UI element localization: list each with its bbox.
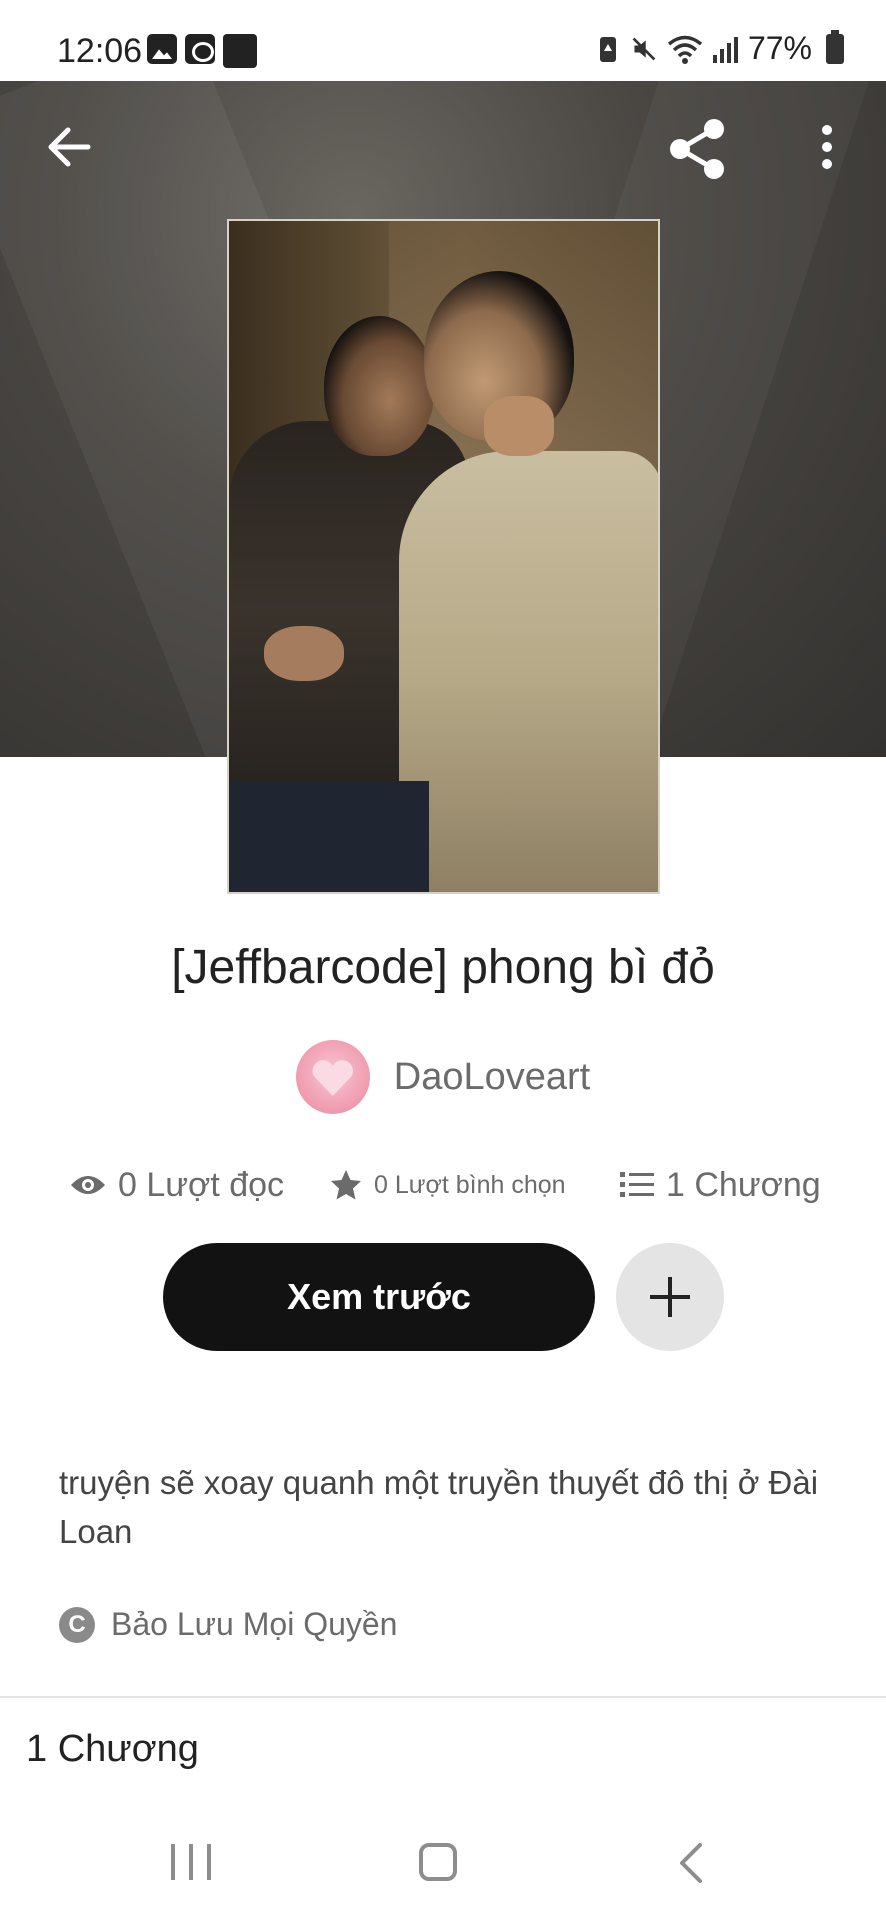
battery-percent: 77% bbox=[747, 30, 812, 66]
chapters-heading[interactable]: 1 Chương bbox=[26, 1728, 199, 1771]
home-icon[interactable] bbox=[419, 1843, 457, 1881]
author-name[interactable]: DaoLoveart bbox=[394, 1056, 590, 1099]
share-icon[interactable] bbox=[664, 116, 730, 182]
status-bar: 12:06 77% bbox=[0, 0, 886, 81]
plus-icon bbox=[650, 1277, 690, 1317]
story-cover-image bbox=[227, 219, 660, 894]
battery-saver-icon bbox=[599, 36, 616, 62]
system-nav-bar bbox=[0, 1800, 886, 1920]
author-row[interactable]: DaoLoveart bbox=[0, 1040, 886, 1114]
story-title: [Jeffbarcode] phong bì đỏ bbox=[171, 941, 715, 994]
battery-icon bbox=[826, 29, 844, 64]
copyright-icon: C bbox=[59, 1606, 95, 1643]
signal-icon bbox=[712, 35, 738, 63]
more-vert-icon[interactable] bbox=[810, 122, 844, 172]
stat-reads-label: 0 Lượt đọc bbox=[118, 1165, 285, 1204]
calendar-icon bbox=[185, 34, 215, 64]
star-icon bbox=[331, 1170, 361, 1200]
stat-chapters: 1 Chương bbox=[620, 1160, 821, 1210]
back-nav-icon[interactable] bbox=[672, 1842, 712, 1884]
image-icon bbox=[147, 34, 177, 64]
wifi-icon bbox=[667, 35, 703, 64]
mute-icon bbox=[632, 37, 656, 60]
stat-reads: 0 Lượt đọc bbox=[70, 1160, 284, 1210]
copyright-row: C Bảo Lưu Mọi Quyền bbox=[59, 1606, 397, 1643]
eye-icon bbox=[71, 1176, 105, 1194]
status-system-icons: 77% bbox=[595, 29, 844, 67]
story-stats: 0 Lượt đọc 0 Lượt bình chọn 1 Chương bbox=[0, 1160, 886, 1210]
stat-chapters-label: 1 Chương bbox=[666, 1165, 821, 1204]
recent-apps-icon[interactable] bbox=[171, 1844, 211, 1880]
puzzle-icon bbox=[223, 34, 257, 68]
story-description: truyện sẽ xoay quanh một truyền thuyết đ… bbox=[59, 1464, 819, 1550]
divider bbox=[0, 1696, 886, 1698]
stat-votes: 0 Lượt bình chọn bbox=[330, 1160, 566, 1210]
list-icon bbox=[620, 1172, 654, 1197]
avatar[interactable] bbox=[295, 1040, 370, 1114]
add-to-library-button[interactable] bbox=[616, 1243, 724, 1351]
preview-button[interactable]: Xem trước bbox=[163, 1243, 595, 1351]
status-time: 12:06 bbox=[57, 32, 143, 70]
stat-votes-label: 0 Lượt bình chọn bbox=[374, 1170, 566, 1199]
status-notification-icons bbox=[147, 34, 257, 68]
copyright-text: Bảo Lưu Mọi Quyền bbox=[111, 1606, 398, 1642]
arrow-left-icon[interactable] bbox=[44, 122, 94, 172]
